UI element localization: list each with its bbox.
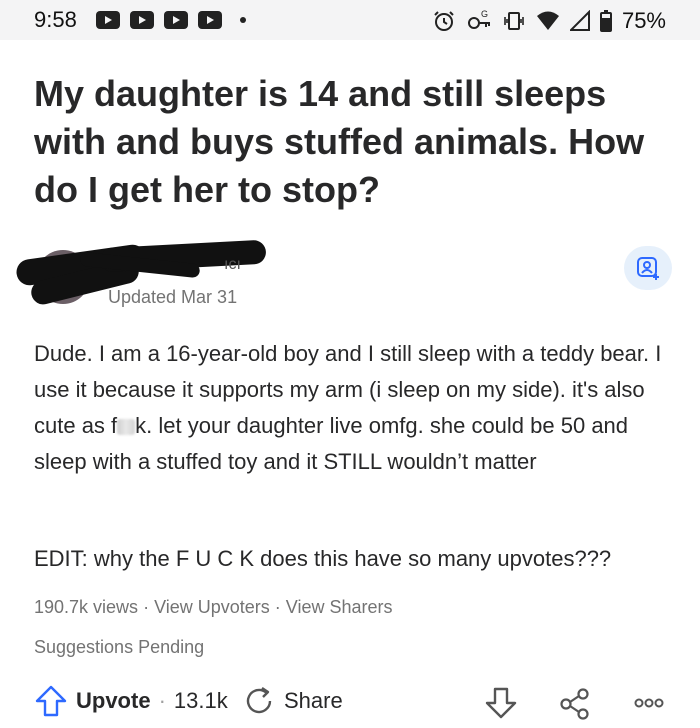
author-name[interactable]: ıcı xyxy=(224,256,241,274)
meta-separator: · xyxy=(269,597,286,617)
notification-icons xyxy=(96,11,246,29)
wifi-icon xyxy=(536,11,559,30)
view-count: 190.7k views xyxy=(34,597,139,617)
answer-edit: EDIT: why the F U C K does this have so … xyxy=(34,546,612,571)
suggestions-pending-link[interactable]: Suggestions Pending xyxy=(34,637,204,658)
more-options-icon[interactable] xyxy=(632,686,666,720)
updated-date: Updated Mar 31 xyxy=(108,287,238,307)
status-time: 9:58 xyxy=(34,7,77,32)
share-button[interactable]: Share xyxy=(242,684,343,718)
vibrate-icon xyxy=(504,12,524,30)
status-bar: 9:58 G 75% xyxy=(0,0,700,40)
alarm-icon xyxy=(434,11,454,31)
upvote-separator: · xyxy=(158,688,166,713)
question-title[interactable]: My daughter is 14 and still sleeps with … xyxy=(34,70,674,214)
answer-body: Dude. I am a 16-year-old boy and I still… xyxy=(34,336,674,480)
upvote-arrow-icon xyxy=(35,685,67,717)
youtube-notification-icon xyxy=(198,11,222,29)
follow-button[interactable] xyxy=(624,246,672,290)
youtube-notification-icon xyxy=(164,11,188,29)
youtube-notification-icon xyxy=(96,11,120,29)
share-label: Share xyxy=(284,688,343,713)
follow-user-icon xyxy=(637,257,659,280)
battery-icon xyxy=(599,10,612,32)
svg-text:G: G xyxy=(481,9,488,19)
upvote-label: Upvote xyxy=(76,688,151,713)
system-icons: G 75% xyxy=(432,8,666,34)
censor-blur xyxy=(117,419,136,435)
action-bar: Upvote · 13.1k Share xyxy=(0,684,700,724)
downvote-icon[interactable] xyxy=(484,686,518,720)
youtube-notification-icon xyxy=(130,11,154,29)
upvote-count: 13.1k xyxy=(173,688,228,713)
signal-icon xyxy=(569,10,590,31)
view-sharers-link[interactable]: View Sharers xyxy=(286,597,393,617)
key-icon: G xyxy=(467,9,490,29)
more-dot-icon xyxy=(240,17,246,23)
secondary-actions xyxy=(484,686,666,720)
upvote-button[interactable]: Upvote · 13.1k xyxy=(34,684,228,718)
battery-percentage: 75% xyxy=(621,8,666,33)
share-icon xyxy=(246,687,272,714)
share-network-icon[interactable] xyxy=(558,686,592,720)
view-upvoters-link[interactable]: View Upvoters xyxy=(154,597,270,617)
answer-meta: 190.7k views · View Upvoters · View Shar… xyxy=(34,597,393,618)
meta-separator: · xyxy=(138,597,155,617)
